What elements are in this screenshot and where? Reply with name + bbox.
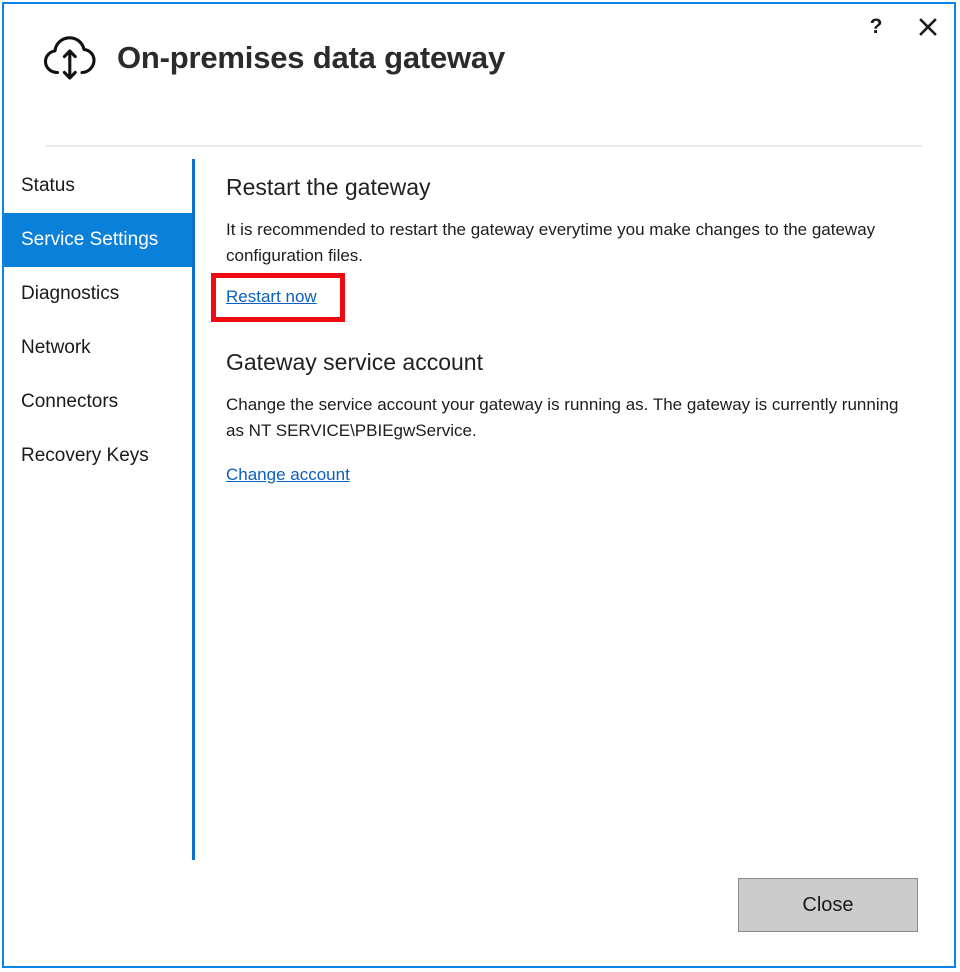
sidebar-item-network[interactable]: Network — [4, 321, 194, 375]
caption-button-group: ? — [858, 10, 946, 44]
content-pane: Restart the gateway It is recommended to… — [226, 172, 926, 485]
restart-now-link[interactable]: Restart now — [226, 287, 317, 307]
account-section-heading: Gateway service account — [226, 347, 926, 377]
close-x-icon — [918, 17, 938, 37]
sidebar-item-diagnostics[interactable]: Diagnostics — [4, 267, 194, 321]
sidebar-item-connectors[interactable]: Connectors — [4, 375, 194, 429]
sidebar-item-recovery-keys[interactable]: Recovery Keys — [4, 429, 194, 483]
restart-gateway-section: Restart the gateway It is recommended to… — [226, 172, 926, 307]
sidebar-item-label: Status — [21, 175, 75, 197]
restart-section-description: It is recommended to restart the gateway… — [226, 217, 919, 269]
restart-now-link-container: Restart now — [226, 287, 317, 307]
app-title-row: On-premises data gateway — [42, 32, 505, 84]
sidebar-divider — [192, 159, 195, 860]
sidebar-item-service-settings[interactable]: Service Settings — [4, 213, 194, 267]
sidebar-item-label: Service Settings — [21, 229, 158, 251]
help-button[interactable]: ? — [858, 10, 894, 44]
svg-text:?: ? — [870, 16, 883, 38]
gateway-service-account-section: Gateway service account Change the servi… — [226, 347, 926, 485]
sidebar-item-label: Diagnostics — [21, 283, 119, 305]
sidebar-nav: Status Service Settings Diagnostics Netw… — [4, 159, 194, 483]
restart-section-heading: Restart the gateway — [226, 172, 926, 202]
question-mark-icon: ? — [867, 16, 885, 38]
sidebar-item-label: Recovery Keys — [21, 445, 149, 467]
sidebar-item-status[interactable]: Status — [4, 159, 194, 213]
header-divider — [46, 145, 922, 147]
gateway-window: ? On-premises data gateway Status — [2, 2, 956, 968]
page-title: On-premises data gateway — [117, 40, 505, 76]
close-window-button[interactable] — [910, 10, 946, 44]
title-bar: ? On-premises data gateway — [4, 4, 954, 122]
close-button[interactable]: Close — [738, 878, 918, 932]
change-account-link[interactable]: Change account — [226, 465, 350, 485]
sidebar-item-label: Network — [21, 337, 91, 359]
cloud-updown-arrow-icon — [42, 32, 98, 84]
sidebar-item-label: Connectors — [21, 391, 118, 413]
account-section-description: Change the service account your gateway … — [226, 392, 919, 444]
